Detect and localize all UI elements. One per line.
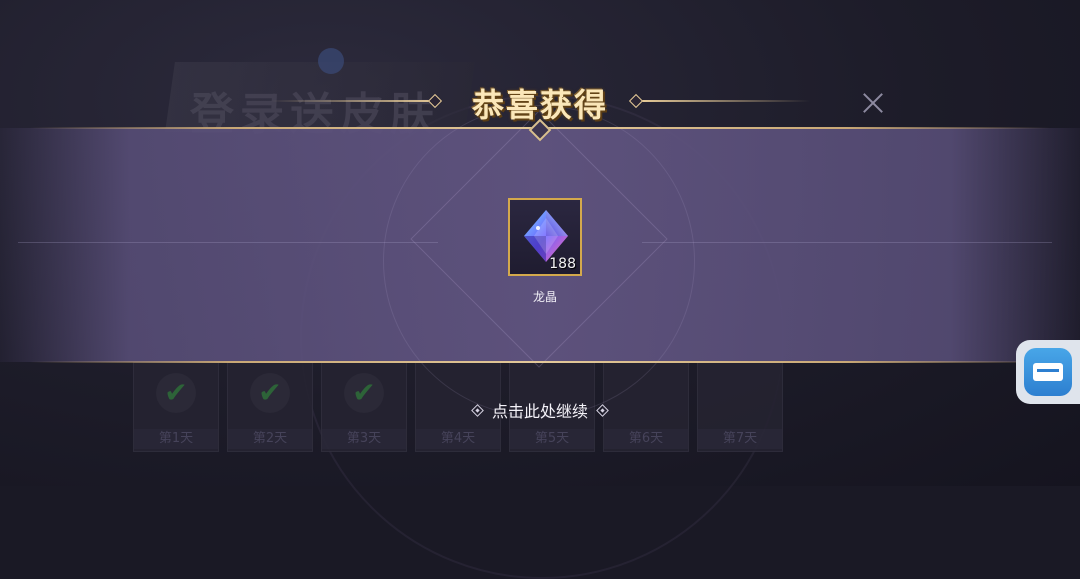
day-label: 第6天 — [604, 429, 688, 449]
day-label: 第3天 — [322, 429, 406, 449]
day-label: 第1天 — [134, 429, 218, 449]
background-orb — [318, 48, 344, 74]
reward-name: 龙晶 — [532, 290, 557, 304]
day-label: 第2天 — [228, 429, 312, 449]
floating-card-button[interactable] — [1016, 340, 1080, 404]
continue-prompt[interactable]: 点击此处继续 — [0, 398, 1080, 422]
day-label: 第4天 — [416, 429, 500, 449]
day-label: 第7天 — [698, 429, 782, 449]
close-button[interactable] — [858, 88, 888, 118]
reward-count: 188 — [549, 256, 576, 272]
decorative-line-right — [642, 242, 1052, 243]
card-icon — [1024, 348, 1072, 396]
diamond-icon — [596, 404, 609, 417]
reward-item-slot[interactable]: 188 — [508, 198, 582, 276]
diamond-icon — [471, 404, 484, 417]
continue-label: 点击此处继续 — [491, 402, 588, 421]
panel-bottom-border — [30, 361, 1050, 363]
decorative-line-left — [18, 242, 438, 243]
day-label: 第5天 — [510, 429, 594, 449]
